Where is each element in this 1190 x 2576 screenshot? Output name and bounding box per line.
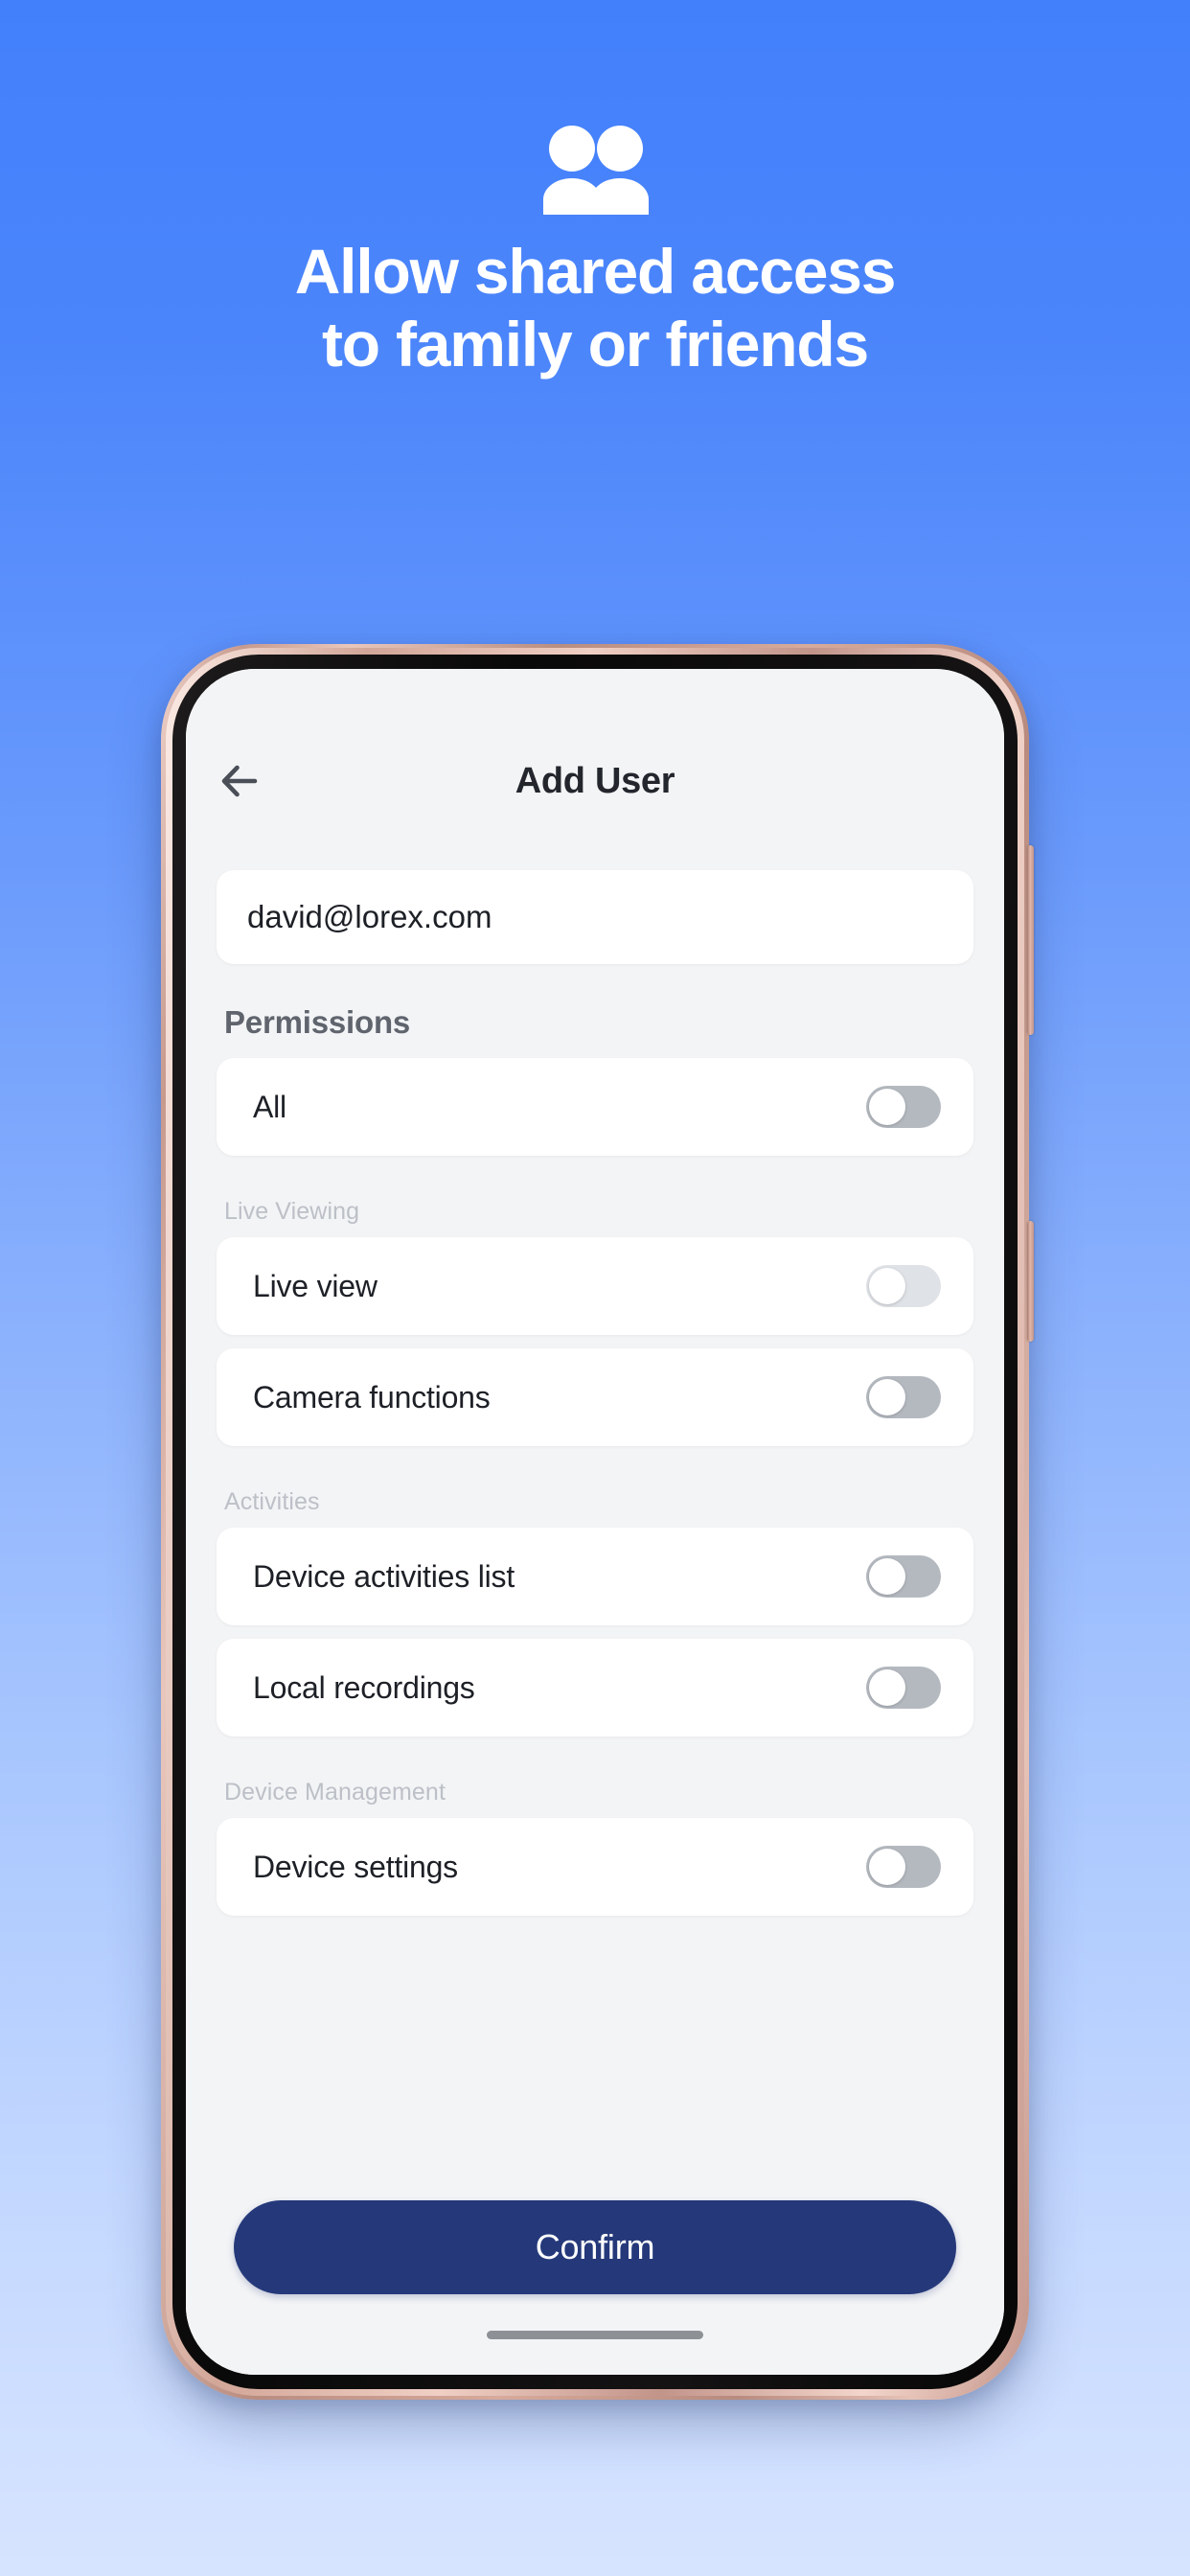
permission-row-local-recordings[interactable]: Local recordings xyxy=(217,1639,973,1736)
toggle-camera-functions[interactable] xyxy=(866,1376,941,1418)
phone-mockup: Add User david@lorex.com Permissions All xyxy=(161,644,1034,2400)
toggle-device-settings[interactable] xyxy=(866,1846,941,1888)
email-value: david@lorex.com xyxy=(247,899,492,934)
toggle-knob xyxy=(869,1849,905,1885)
phone-screen: Add User david@lorex.com Permissions All xyxy=(186,669,1004,2375)
toggle-all[interactable] xyxy=(866,1086,941,1128)
email-field[interactable]: david@lorex.com xyxy=(217,870,973,964)
group-label-device-management: Device Management xyxy=(224,1779,446,1806)
group-label-live-viewing: Live Viewing xyxy=(224,1198,360,1225)
toggle-live-view[interactable] xyxy=(866,1265,941,1307)
permission-row-all[interactable]: All xyxy=(217,1058,973,1156)
toggle-knob xyxy=(869,1089,905,1125)
app-header: Add User xyxy=(188,713,1002,849)
phone-volume-button[interactable] xyxy=(1027,845,1034,1035)
permission-label: All xyxy=(253,1089,286,1124)
toggle-knob xyxy=(869,1268,905,1304)
phone-power-button[interactable] xyxy=(1027,1221,1034,1342)
promo-headline: Allow shared access to family or friends xyxy=(0,236,1190,381)
add-user-screen: Add User david@lorex.com Permissions All xyxy=(186,669,1004,2375)
home-indicator-area xyxy=(234,2294,956,2375)
permission-label: Local recordings xyxy=(253,1669,475,1705)
permission-label: Device settings xyxy=(253,1849,458,1884)
promo-headline-line-1: Allow shared access xyxy=(294,236,897,307)
back-button[interactable] xyxy=(213,753,268,809)
confirm-button[interactable]: Confirm xyxy=(234,2200,956,2294)
permission-row-device-activities-list[interactable]: Device activities list xyxy=(217,1528,973,1625)
two-people-icon xyxy=(0,123,1190,215)
promo-headline-line-2: to family or friends xyxy=(321,308,869,380)
home-indicator[interactable] xyxy=(487,2330,703,2339)
permission-row-live-view[interactable]: Live view xyxy=(217,1237,973,1335)
promo-screenshot: Allow shared access to family or friends xyxy=(0,0,1190,2576)
toggle-knob xyxy=(869,1379,905,1415)
permission-row-device-settings[interactable]: Device settings xyxy=(217,1818,973,1916)
app-footer: Confirm xyxy=(188,2200,1002,2375)
permission-label: Live view xyxy=(253,1268,378,1303)
page-title: Add User xyxy=(515,760,675,801)
permissions-section-label: Permissions xyxy=(224,1004,411,1040)
group-label-activities: Activities xyxy=(224,1488,320,1515)
toggle-knob xyxy=(869,1669,905,1706)
hero-section: Allow shared access to family or friends xyxy=(0,0,1190,381)
toggle-local-recordings[interactable] xyxy=(866,1667,941,1709)
permission-label: Camera functions xyxy=(253,1379,491,1414)
toggle-knob xyxy=(869,1558,905,1595)
app-body: david@lorex.com Permissions All Live Vie… xyxy=(188,849,1002,2200)
toggle-device-activities-list[interactable] xyxy=(866,1555,941,1598)
arrow-left-icon xyxy=(220,765,261,797)
permission-row-camera-functions[interactable]: Camera functions xyxy=(217,1348,973,1446)
permission-label: Device activities list xyxy=(253,1558,515,1594)
